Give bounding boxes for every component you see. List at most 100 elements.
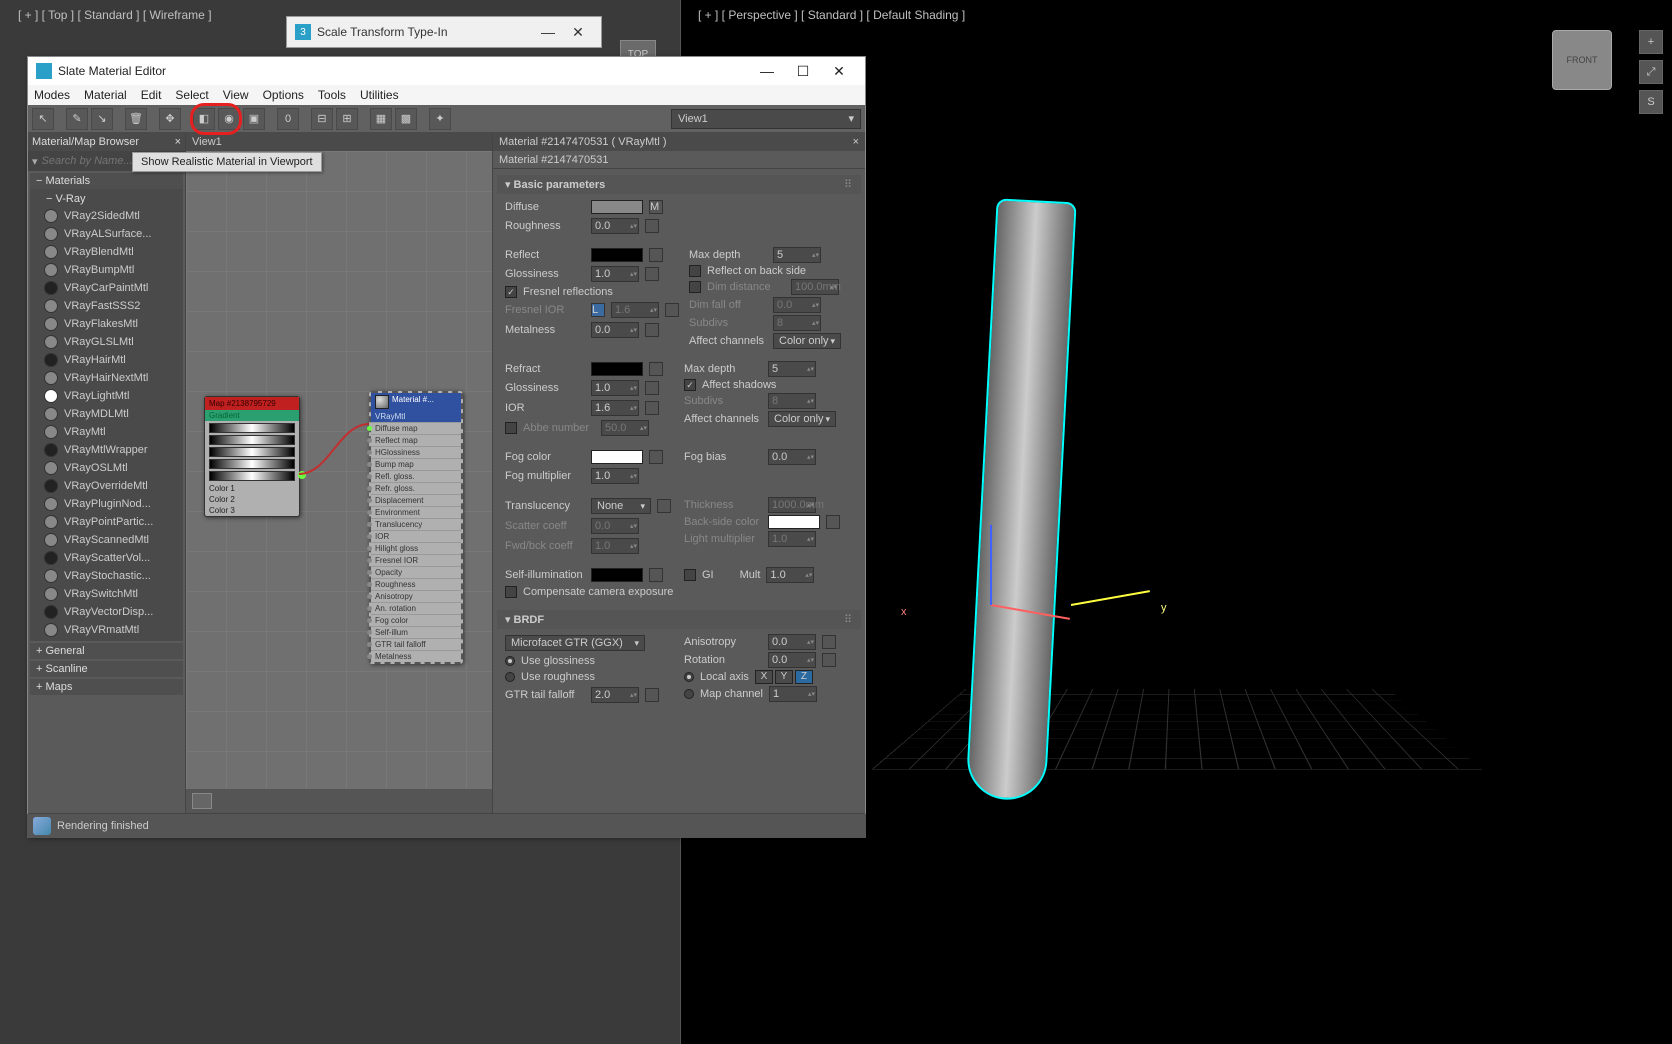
material-item[interactable]: VRayVRmatMtl [40,621,173,639]
param-header[interactable]: Material #2147470531 ( VRayMtl ) [493,133,865,151]
node-input-slot[interactable]: Anisotropy [371,590,461,602]
glossiness-f-map[interactable] [645,381,659,395]
ior-spinner[interactable]: 1.6 [591,400,639,416]
menu-material[interactable]: Material [84,88,127,102]
material-item[interactable]: VRayOverrideMtl [40,477,173,495]
maxdepth-r-spinner[interactable]: 5 [773,247,821,263]
node-input-slot[interactable]: GTR tail falloff [371,638,461,650]
gizmo-z-axis[interactable] [990,525,992,605]
tool-layout-v-icon[interactable]: ⊞ [336,108,358,130]
gtr-map[interactable] [645,688,659,702]
top-viewport-label[interactable]: [ + ] [ Top ] [ Standard ] [ Wireframe ] [18,8,212,22]
tool-layout-h-icon[interactable]: ⊟ [311,108,333,130]
navigator-icon[interactable] [192,793,212,809]
compensate-check[interactable] [505,586,517,598]
node-input-slot[interactable]: Translucency [371,518,461,530]
scale-dialog-close[interactable]: ✕ [563,24,593,41]
menu-modes[interactable]: Modes [34,88,70,102]
node-input-slot[interactable]: HGlossiness [371,446,461,458]
material-item[interactable]: VRaySwitchMtl [40,585,173,603]
translucency-map[interactable] [657,499,671,513]
tool-show-map-icon[interactable]: ▣ [243,108,265,130]
node-input-slot[interactable]: Environment [371,506,461,518]
scale-transform-dialog[interactable]: 3 Scale Transform Type-In — ✕ [286,16,602,48]
group-maps[interactable]: Maps [30,679,183,695]
axis-x-button[interactable]: X [755,670,773,684]
gtr-spinner[interactable]: 2.0 [591,687,639,703]
menu-select[interactable]: Select [175,88,208,102]
view-selector-combo[interactable]: View1 [671,109,861,129]
fog-mult-spinner[interactable]: 1.0 [591,468,639,484]
refract-map[interactable] [649,362,663,376]
material-item[interactable]: VRayCarPaintMtl [40,279,173,297]
gizmo-y-axis[interactable] [1071,590,1150,606]
fresnel-ior-spinner[interactable]: 1.6 [611,302,659,318]
side-tool-2[interactable]: ⤢ [1639,60,1663,84]
material-item[interactable]: VRayPointPartic... [40,513,173,531]
axis-y-button[interactable]: Y [775,670,793,684]
diffuse-m-button[interactable]: M [649,200,663,214]
canvas-tab[interactable]: View1 [186,133,492,151]
menu-utilities[interactable]: Utilities [360,88,399,102]
material-item[interactable]: VRayFastSSS2 [40,297,173,315]
map-channel-radio[interactable] [684,689,694,699]
node-input-slot[interactable]: Refl. gloss. [371,470,461,482]
node-input-slot[interactable]: Roughness [371,578,461,590]
maxdepth-f-spinner[interactable]: 5 [768,361,816,377]
reflect-back-check[interactable] [689,265,701,277]
affect-shadows-check[interactable] [684,379,696,391]
menu-edit[interactable]: Edit [141,88,162,102]
tool-reset-icon[interactable]: 0 [277,108,299,130]
rotation-spinner[interactable]: 0.0 [768,652,816,668]
tool-fx-icon[interactable]: ✦ [429,108,451,130]
map-gradient-node[interactable]: Map #2138795729 Gradient Color 1 Color 2… [204,396,300,517]
material-item[interactable]: VRayALSurface... [40,225,173,243]
slate-titlebar[interactable]: Slate Material Editor — ☐ ✕ [28,57,865,85]
node-input-slot[interactable]: Refr. gloss. [371,482,461,494]
side-tool-1[interactable]: + [1639,30,1663,54]
fresnel-check[interactable] [505,286,517,298]
brdf-combo[interactable]: Microfacet GTR (GGX) [505,635,645,651]
anisotropy-map[interactable] [822,635,836,649]
node-input-slot[interactable]: Reflect map [371,434,461,446]
use-rough-radio[interactable] [505,672,515,682]
node-input-slot[interactable]: Opacity [371,566,461,578]
dim-dist-check[interactable] [689,281,701,293]
tool-move-icon[interactable]: ✥ [159,108,181,130]
fresnel-ior-map[interactable] [665,303,679,317]
slate-minimize-button[interactable]: — [749,63,785,79]
node-input-slot[interactable]: IOR [371,530,461,542]
affect-r-combo[interactable]: Color only [773,333,841,349]
reflect-color[interactable] [591,248,643,262]
material-item[interactable]: VRayHairMtl [40,351,173,369]
local-axis-radio[interactable] [684,672,694,682]
vraymtl-node[interactable]: Material #... VRayMtl Diffuse mapReflect… [369,391,463,664]
material-item[interactable]: VRayBumpMtl [40,261,173,279]
material-item[interactable]: VRayScatterVol... [40,549,173,567]
fresnel-l-button[interactable]: L [591,303,605,317]
material-item[interactable]: VRayFlakesMtl [40,315,173,333]
axis-z-button[interactable]: Z [795,670,813,684]
node-input-slot[interactable]: Fog color [371,614,461,626]
scale-dialog-minimize[interactable]: — [533,24,563,40]
group-materials[interactable]: Materials [30,173,183,189]
search-dropdown-icon[interactable]: ▾ [32,155,38,168]
tool-show-realistic-icon[interactable]: ◉ [218,108,240,130]
material-item[interactable]: VRay2SidedMtl [40,207,173,225]
material-tree[interactable]: Materials V-Ray VRay2SidedMtlVRayALSurfa… [28,171,185,813]
group-vray[interactable]: V-Ray [40,191,173,207]
selfillum-color[interactable] [591,568,643,582]
map-channel-spinner[interactable]: 1 [769,686,817,702]
group-scanline[interactable]: Scanline [30,661,183,677]
translucency-combo[interactable]: None [591,498,651,514]
material-item[interactable]: VRayPluginNod... [40,495,173,513]
material-item[interactable]: VRayGLSLMtl [40,333,173,351]
selfillum-mult-spinner[interactable]: 1.0 [766,567,814,583]
use-gloss-radio[interactable] [505,656,515,666]
tool-grid-2-icon[interactable]: ▩ [395,108,417,130]
menu-tools[interactable]: Tools [318,88,346,102]
fog-color[interactable] [591,450,643,464]
metalness-spinner[interactable]: 0.0 [591,322,639,338]
fog-bias-spinner[interactable]: 0.0 [768,449,816,465]
tool-pick-icon[interactable]: ✎ [66,108,88,130]
